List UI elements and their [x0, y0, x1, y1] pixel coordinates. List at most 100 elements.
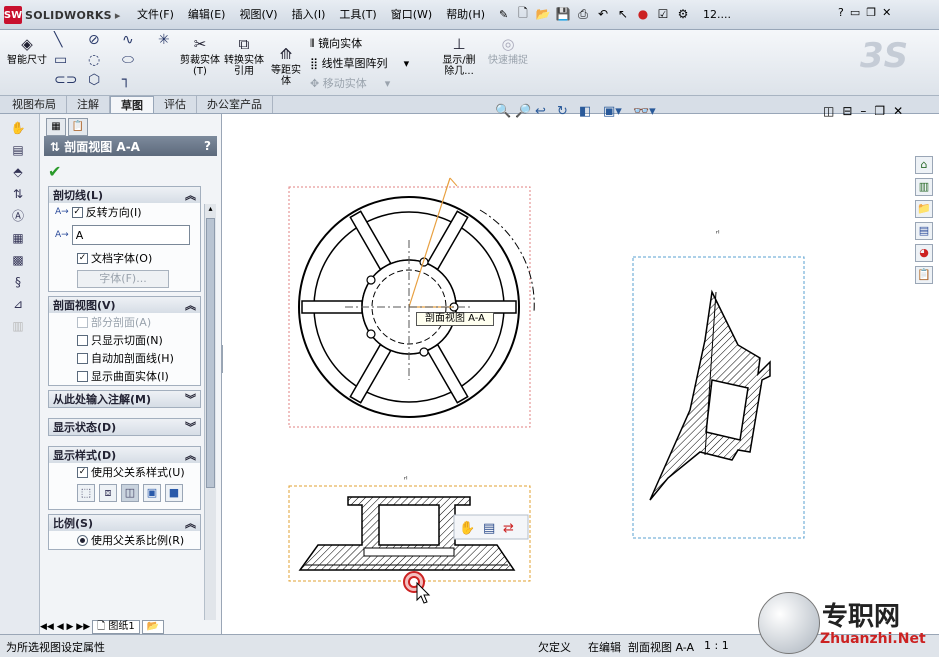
trim-entities-button[interactable]: ✂ 剪裁实体(T) — [180, 34, 220, 77]
menu-file[interactable]: 文件(F) — [130, 6, 181, 24]
traffic-light-icon[interactable]: ● — [635, 6, 651, 22]
section-label-input[interactable] — [71, 225, 190, 245]
alternate-position-icon[interactable]: ⊿ — [10, 296, 26, 312]
hidden-removed-icon[interactable]: ◫ — [121, 484, 139, 502]
new-document-icon[interactable]: 🗋 — [515, 6, 531, 22]
help-icon[interactable]: ? — [838, 6, 844, 19]
viewport-restore-icon[interactable]: ❐ — [874, 104, 885, 118]
collapse-icon[interactable]: ︽ — [185, 515, 196, 531]
detail-view-icon[interactable]: Ⓐ — [10, 208, 26, 224]
line-icon[interactable]: ╲ — [54, 32, 62, 48]
move-entities-button[interactable]: ✥ 移动实体 ▾ — [310, 74, 409, 94]
add-sheet-icon[interactable]: 📂 — [141, 620, 165, 634]
slot-icon[interactable]: ⊂⊃ — [54, 72, 77, 88]
broken-out-icon[interactable]: ▦ — [10, 230, 26, 246]
point-icon[interactable]: ✳ — [158, 32, 170, 48]
select-cursor-icon[interactable]: ↖ — [615, 6, 631, 22]
display-style-icon[interactable]: ◧ — [579, 104, 591, 119]
menu-view[interactable]: 视图(V) — [232, 6, 284, 24]
viewport-minimize-icon[interactable]: – — [860, 104, 866, 118]
split-view-icon[interactable]: ◫ — [823, 104, 834, 118]
collapse-icon[interactable]: ︽ — [185, 297, 196, 313]
tab-annotation[interactable]: 注解 — [67, 96, 110, 113]
scale-header[interactable]: 比例(S) ︽ — [49, 515, 200, 531]
menu-help[interactable]: 帮助(H) — [439, 6, 492, 24]
model-view-icon[interactable]: ✋ — [10, 120, 26, 136]
smart-dimension-button[interactable]: ◈ 智能尺寸 — [6, 34, 48, 66]
surface-bodies-checkbox[interactable] — [77, 370, 88, 382]
shaded-icon[interactable]: ■ — [165, 484, 183, 502]
context-toolbar[interactable]: ✋ ▤ ⇄ — [453, 514, 529, 540]
crop-icon[interactable]: § — [10, 274, 26, 290]
flip-direction-checkbox[interactable]: ✓ — [71, 206, 83, 218]
break-icon[interactable]: ▩ — [10, 252, 26, 268]
arc-icon[interactable]: ◌ — [88, 52, 100, 68]
tab-view-layout[interactable]: 视图布局 — [2, 96, 67, 113]
isometric-section-view[interactable] — [632, 256, 805, 539]
panel-scrollbar[interactable]: ▴ — [204, 204, 216, 620]
pin-icon[interactable]: ✎ — [492, 6, 515, 24]
solidworks-logo[interactable]: SW SOLIDWORKS ▸ — [4, 5, 124, 25]
circle-icon[interactable]: ⊘ — [88, 32, 100, 48]
file-explorer-icon[interactable]: 📁 — [915, 200, 933, 218]
display-delete-relations-button[interactable]: ⊥ 显示/删除几... — [438, 34, 480, 77]
quick-snaps-button[interactable]: ◎ 快速捕捉 — [488, 34, 528, 66]
spline-icon[interactable]: ∿ — [122, 32, 134, 48]
menu-window[interactable]: 窗口(W) — [384, 6, 439, 24]
hidden-visible-icon[interactable]: ⧈ — [99, 484, 117, 502]
close-icon[interactable]: ✕ — [882, 6, 891, 19]
auxiliary-view-icon[interactable]: ⬘ — [10, 164, 26, 180]
scroll-up-icon[interactable]: ▴ — [205, 204, 216, 216]
auto-hatch-checkbox[interactable] — [77, 352, 88, 364]
property-manager-tab[interactable]: 📋 — [68, 118, 88, 136]
linear-pattern-button[interactable]: ⣿ 线性草图阵列 ▾ — [310, 54, 409, 74]
expand-icon[interactable]: ︾ — [185, 391, 196, 407]
undo-icon[interactable]: ↶ — [595, 6, 611, 22]
shaded-edges-icon[interactable]: ▣ — [143, 484, 161, 502]
cutting-line-header[interactable]: 剖切线(L) ︽ — [49, 187, 200, 203]
sheet-tab[interactable]: 🗋 图纸1 — [92, 620, 140, 634]
menu-insert[interactable]: 插入(I) — [285, 6, 333, 24]
offset-entities-button[interactable]: ⟰ 等距实体 — [268, 44, 304, 87]
convert-entities-button[interactable]: ⧉ 转换实体引用 — [224, 34, 264, 77]
section-target-icon[interactable] — [403, 571, 431, 604]
scroll-thumb[interactable] — [206, 218, 215, 488]
rectangle-icon[interactable]: ▭ — [54, 52, 67, 68]
collapse-icon[interactable]: ︽ — [185, 447, 196, 463]
partial-section-checkbox[interactable] — [77, 316, 88, 328]
hide-show-icon[interactable]: 👓▾ — [633, 104, 656, 119]
section-view-header[interactable]: 剖面视图(V) ︽ — [49, 297, 200, 313]
viewport-close-icon[interactable]: ✕ — [893, 104, 903, 118]
zoom-area-icon[interactable]: 🔎 — [515, 104, 531, 119]
display-state-header[interactable]: 显示状态(D) ︾ — [49, 419, 200, 435]
projected-view-icon[interactable]: ▤ — [10, 142, 26, 158]
minimize-icon[interactable]: ▭ — [850, 6, 860, 19]
previous-view-icon[interactable]: ↩ — [535, 104, 546, 119]
font-button[interactable]: 字体(F)... — [77, 270, 169, 288]
panel-help-icon[interactable]: ? — [204, 139, 211, 153]
tile-view-icon[interactable]: ⊟ — [842, 104, 852, 118]
display-style-header[interactable]: 显示样式(D) ︽ — [49, 447, 200, 463]
rebuild-icon[interactable]: ↻ — [557, 104, 568, 119]
tab-evaluate[interactable]: 评估 — [154, 96, 197, 113]
wireframe-icon[interactable]: ⬚ — [77, 484, 95, 502]
home-icon[interactable]: ⌂ — [915, 156, 933, 174]
menu-edit[interactable]: 编辑(E) — [181, 6, 233, 24]
tab-office-products[interactable]: 办公室产品 — [197, 96, 273, 113]
open-folder-icon[interactable]: 📂 — [535, 6, 551, 22]
ellipse-icon[interactable]: ⬭ — [122, 52, 134, 68]
polygon-icon[interactable]: ⬡ — [88, 72, 100, 88]
section-view-icon[interactable]: ⇅ — [10, 186, 26, 202]
tab-sketch[interactable]: 草图 — [110, 96, 154, 113]
view-orientation-icon[interactable]: ▣▾ — [603, 104, 622, 119]
appearances-icon[interactable]: ◕ — [915, 244, 933, 262]
expand-icon[interactable]: ︾ — [185, 419, 196, 435]
doc-font-checkbox[interactable]: ✓ — [77, 252, 88, 264]
feature-tree-tab[interactable]: ▦ — [46, 118, 66, 136]
front-view[interactable] — [288, 177, 535, 428]
slice-only-checkbox[interactable] — [77, 334, 88, 346]
print-icon[interactable]: ⎙ — [575, 6, 591, 22]
drawing-canvas[interactable]: ✋ ▤ ⇄ ʳˡ ʳˡ 剖面视图 A-A 🔍 🔎 ↩ ↻ ◧ ▣▾ 👓▾ ◫ ⊟… — [223, 104, 939, 634]
options-icon[interactable]: ☑ — [655, 6, 671, 22]
sheet-nav-icon[interactable]: ◀◀ ◀ ▶ ▶▶ — [40, 622, 90, 632]
